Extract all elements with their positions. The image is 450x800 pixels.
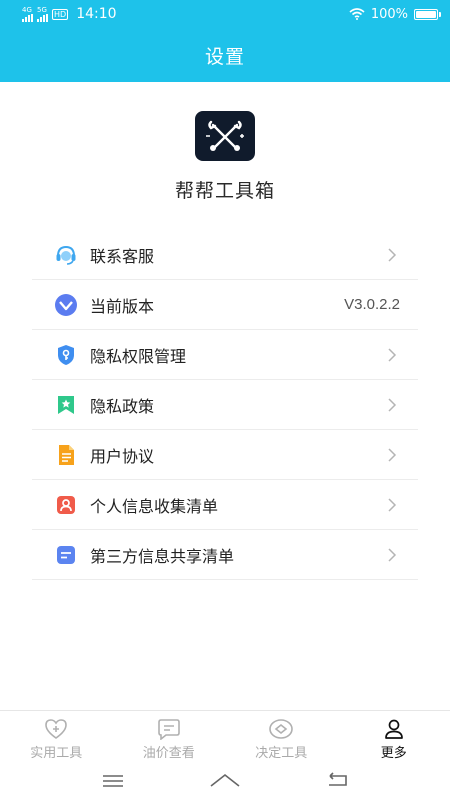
wifi-icon <box>349 8 365 20</box>
person-icon <box>54 493 78 517</box>
status-bar: 4G 5G HD 14:10 100% <box>0 0 450 28</box>
settings-menu: 联系客服 当前版本 V3.0.2.2 隐私权限管理 隐私政策 用户协议 个人信息… <box>32 230 418 580</box>
customer-service-icon <box>54 243 78 267</box>
menu-item-user-agreement[interactable]: 用户协议 <box>32 430 418 480</box>
chevron-right-icon <box>380 393 404 417</box>
menu-item-label: 联系客服 <box>90 246 155 266</box>
tab-decision-tools[interactable]: 决定工具 <box>225 711 338 764</box>
bottom-tab-bar: 实用工具 油价查看 决定工具 更多 <box>0 710 450 764</box>
menu-icon[interactable] <box>102 773 124 792</box>
shield-key-icon <box>54 343 78 367</box>
wrench-screwdriver-icon <box>206 120 244 151</box>
version-icon <box>54 293 78 317</box>
tab-label: 决定工具 <box>255 746 308 761</box>
menu-item-privacy-permissions[interactable]: 隐私权限管理 <box>32 330 418 380</box>
tab-label: 油价查看 <box>142 746 195 761</box>
menu-item-label: 当前版本 <box>90 296 155 316</box>
user-icon <box>381 718 407 740</box>
signal-4g-label: 4G <box>22 5 32 14</box>
document-icon <box>54 443 78 467</box>
hd-badge: HD <box>52 8 69 20</box>
menu-item-label: 隐私政策 <box>90 396 155 416</box>
tab-practical-tools[interactable]: 实用工具 <box>0 711 113 764</box>
tab-label: 实用工具 <box>30 746 83 761</box>
status-time: 14:10 <box>76 6 117 22</box>
status-left: 4G 5G HD 14:10 <box>22 6 117 22</box>
version-value: V3.0.2.2 <box>344 296 400 313</box>
menu-item-label: 用户协议 <box>90 446 155 466</box>
app-logo <box>195 111 255 161</box>
list-icon <box>54 543 78 567</box>
tab-label: 更多 <box>380 746 407 761</box>
menu-item-label: 第三方信息共享清单 <box>90 546 235 566</box>
tab-more[interactable]: 更多 <box>338 711 450 764</box>
menu-item-personal-info[interactable]: 个人信息收集清单 <box>32 480 418 530</box>
message-icon <box>156 718 182 740</box>
menu-item-third-party-sharing[interactable]: 第三方信息共享清单 <box>32 530 418 580</box>
menu-item-label: 隐私权限管理 <box>90 346 187 366</box>
chevron-right-icon <box>380 493 404 517</box>
battery-icon <box>414 8 441 20</box>
menu-item-customer-service[interactable]: 联系客服 <box>32 230 418 280</box>
signal-4g-icon: 4G <box>22 5 33 22</box>
status-right: 100% <box>349 6 441 22</box>
bookmark-star-icon <box>54 393 78 417</box>
home-icon[interactable] <box>209 772 241 792</box>
header: 设置 <box>0 28 450 82</box>
chevron-right-icon <box>380 343 404 367</box>
app-name: 帮帮工具箱 <box>174 180 275 202</box>
signal-5g-label: 5G <box>37 5 47 14</box>
page-title: 设置 <box>204 45 245 68</box>
menu-item-version[interactable]: 当前版本 V3.0.2.2 <box>32 280 418 330</box>
chevron-right-icon <box>380 543 404 567</box>
system-nav-bar <box>0 764 450 800</box>
chevron-right-icon <box>380 443 404 467</box>
back-icon[interactable] <box>326 772 348 792</box>
battery-percent: 100% <box>370 6 408 22</box>
tab-oil-price[interactable]: 油价查看 <box>113 711 226 764</box>
chevron-right-icon <box>380 243 404 267</box>
heart-plus-icon <box>43 718 69 740</box>
eye-icon <box>268 718 294 740</box>
menu-item-privacy-policy[interactable]: 隐私政策 <box>32 380 418 430</box>
signal-5g-icon: 5G <box>37 5 48 22</box>
menu-item-label: 个人信息收集清单 <box>90 496 219 516</box>
